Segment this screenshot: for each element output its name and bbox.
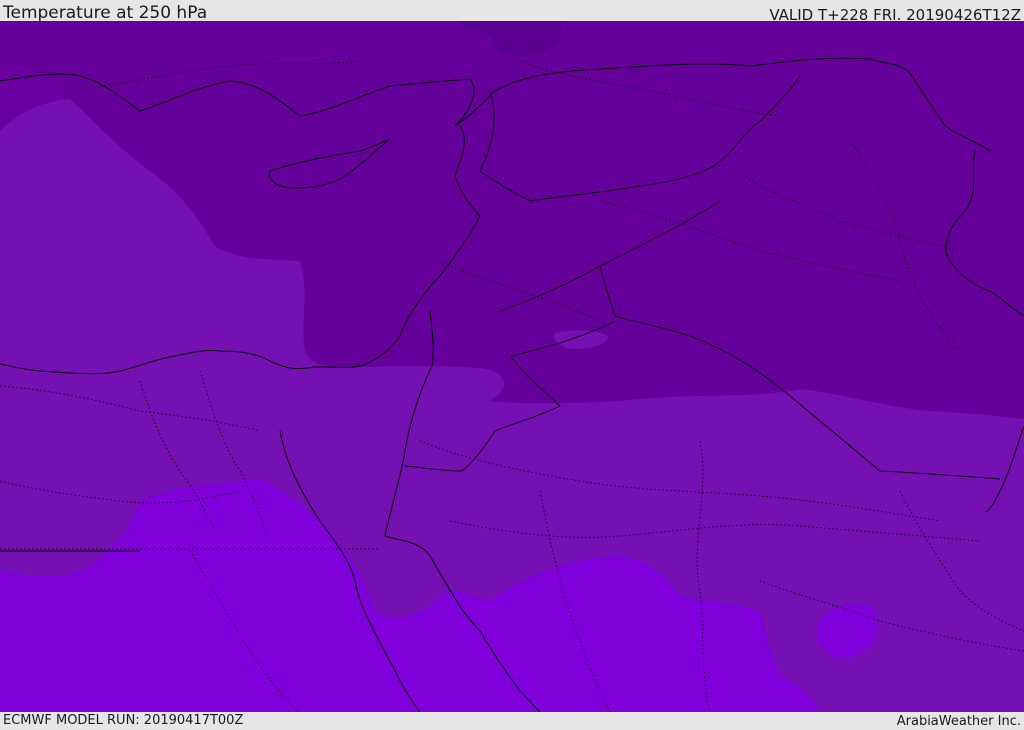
temperature-map-svg bbox=[0, 21, 1024, 712]
footer-bar: ECMWF MODEL RUN: 20190417T00Z ArabiaWeat… bbox=[0, 712, 1024, 729]
map-title: Temperature at 250 hPa bbox=[3, 3, 208, 23]
weather-map[interactable] bbox=[0, 21, 1024, 712]
credit-label: ArabiaWeather Inc. bbox=[896, 714, 1021, 729]
header-bar: Temperature at 250 hPa VALID T+228 FRI. … bbox=[0, 0, 1024, 24]
model-run-label: ECMWF MODEL RUN: 20190417T00Z bbox=[3, 713, 244, 728]
